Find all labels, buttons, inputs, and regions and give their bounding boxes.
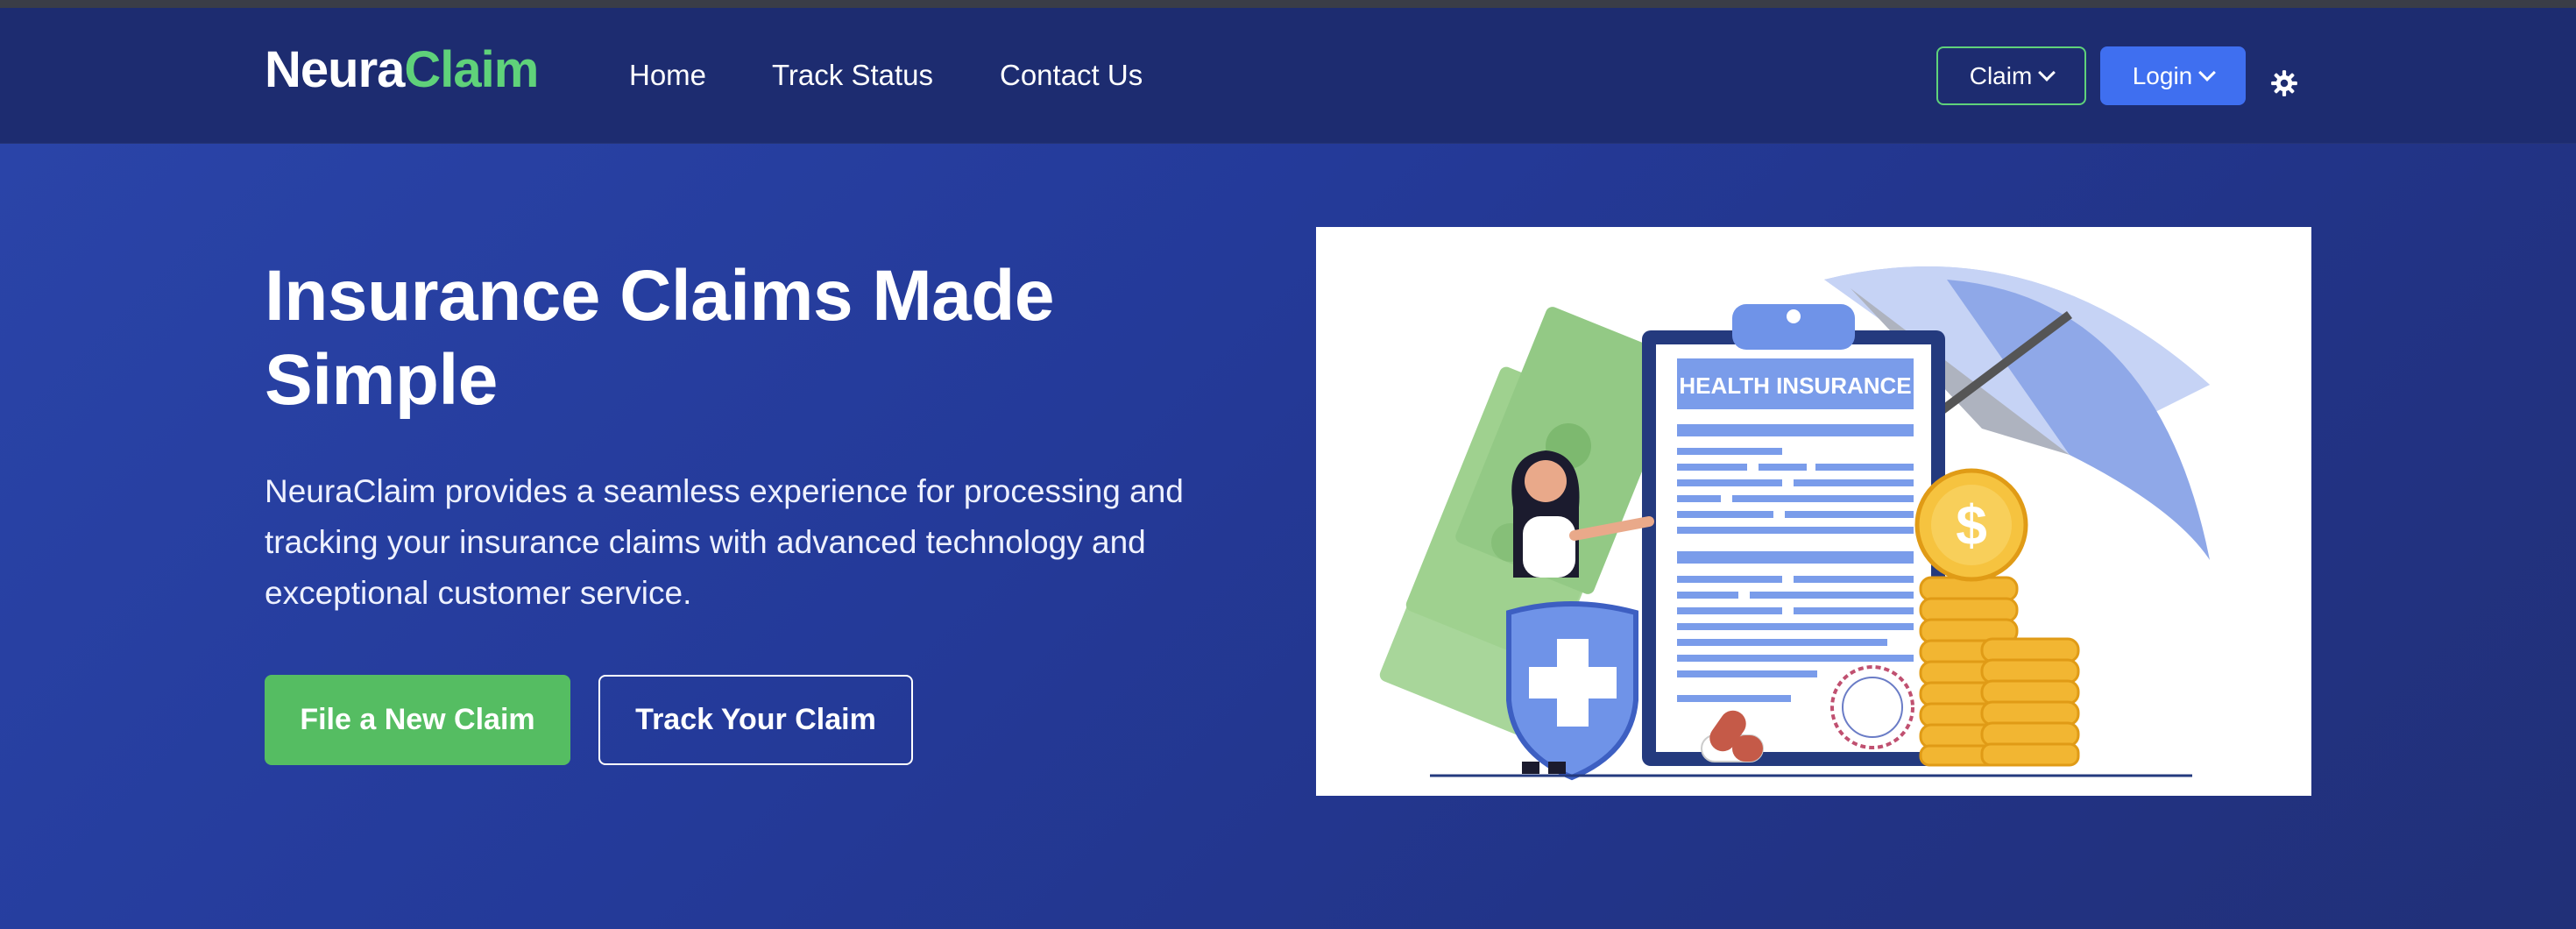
- brand-name-part2: Claim: [404, 41, 539, 98]
- gear-icon[interactable]: [2269, 68, 2299, 98]
- nav-link-contact-us[interactable]: Contact Us: [1000, 60, 1143, 89]
- svg-text:$: $: [1956, 493, 1987, 557]
- hero-title: Insurance Claims Made Simple: [265, 256, 1054, 420]
- navbar: NeuraClaim Home Track Status Contact Us …: [0, 8, 2576, 144]
- login-dropdown-label: Login: [2132, 61, 2193, 89]
- clipboard-document: HEALTH INSURANCE: [1642, 304, 1945, 766]
- browser-top-strip: [0, 0, 2576, 8]
- claim-dropdown-label: Claim: [1969, 61, 2033, 89]
- claim-dropdown-button[interactable]: Claim: [1936, 46, 2086, 105]
- illustration-document-title: HEALTH INSURANCE: [1679, 372, 1911, 399]
- health-insurance-illustration: HEALTH INSURANCE $: [1316, 227, 2311, 796]
- hero-description: NeuraClaim provides a seamless experienc…: [265, 473, 1184, 611]
- medical-shield-icon: [1506, 601, 1638, 781]
- nav-link-track-status[interactable]: Track Status: [772, 60, 933, 89]
- login-dropdown-button[interactable]: Login: [2100, 46, 2246, 105]
- brand-name-part1: Neura: [265, 41, 405, 98]
- chevron-down-icon: [2198, 64, 2217, 82]
- chevron-down-icon: [2038, 64, 2056, 82]
- file-new-claim-button[interactable]: File a New Claim: [265, 675, 570, 765]
- coin-stack-icon: $: [1914, 468, 2080, 767]
- brand-logo[interactable]: NeuraClaim: [265, 45, 539, 96]
- track-claim-button[interactable]: Track Your Claim: [598, 675, 913, 765]
- nav-link-home[interactable]: Home: [629, 60, 706, 89]
